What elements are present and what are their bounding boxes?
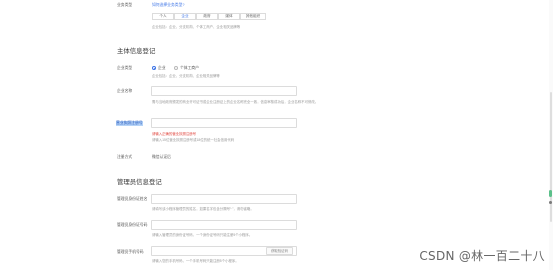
enterprise-name-help-line-1: 需与当地政府颁发的商业许可证书或企业注册证上的企业名称完全一致，信息审核成功后，…	[152, 100, 319, 104]
admin-name-input[interactable]	[151, 194, 297, 204]
verify-method-value: 微信认证后	[152, 155, 171, 159]
admin-name-help: 请填写该小程序管理员的姓名，如果名字包含分隔号“·”，请勿省略。	[152, 207, 254, 211]
business-type-option-enterprise[interactable]: 企业	[174, 13, 196, 20]
subject-section-title: 主体信息登记	[117, 48, 156, 55]
enterprise-type-option-individual[interactable]: 个体工商户	[180, 66, 199, 71]
side-status-indicator[interactable]	[549, 190, 552, 197]
enterprise-type-option-enterprise[interactable]: 企业	[158, 66, 166, 71]
registration-form-page: 业务类型 如何选择业务类型? 个人 企业 政府 媒体 其他组织 企业包括：企业、…	[0, 0, 553, 270]
enterprise-name-label: 企业名称	[117, 89, 133, 93]
admin-phone-help: 请输入您的手机号码，一个手机号码只能注册5个小程序。	[152, 259, 239, 263]
business-license-input[interactable]	[151, 118, 297, 128]
enterprise-type-label: 企业类型	[117, 66, 133, 70]
enterprise-type-help: 企业包括：企业、分支机构、企业相关品牌等	[152, 74, 220, 78]
admin-section-title: 管理员信息登记	[117, 179, 162, 186]
verify-method-label: 注册方式	[117, 155, 133, 159]
enterprise-name-input[interactable]	[151, 86, 297, 96]
business-type-option-other[interactable]: 其他组织	[240, 13, 266, 20]
business-license-label: 营业执照注册号	[116, 121, 143, 126]
enterprise-type-radio-enterprise[interactable]	[152, 66, 156, 70]
admin-name-label: 管理员身份证姓名	[117, 197, 148, 201]
business-type-option-personal[interactable]: 个人	[152, 13, 174, 20]
admin-id-label: 管理员身份证号码	[117, 223, 148, 227]
csdn-watermark: CSDN @林一百二十八	[419, 249, 545, 263]
get-verification-code-button[interactable]: 获取验证码	[266, 247, 293, 255]
business-license-error: 请输入正确的营业执照注册号	[152, 132, 197, 136]
admin-phone-label: 管理员手机号码	[117, 250, 144, 254]
business-type-help: 企业包括：企业、分支机构、个体工商户、企业相关品牌等	[152, 25, 241, 29]
admin-id-input[interactable]	[151, 220, 297, 230]
business-type-help-link[interactable]: 如何选择业务类型?	[152, 3, 185, 8]
business-license-help: 请输入15位营业执照注册号或18位的统一社会信用代码	[152, 138, 235, 142]
enterprise-type-radio-individual[interactable]	[174, 66, 178, 70]
admin-id-help: 请输入管理员的身份证号码，一个身份证号码只能注册5个小程序。	[152, 233, 253, 237]
business-type-option-government[interactable]: 政府	[196, 13, 218, 20]
side-dot-icon	[549, 201, 552, 204]
business-type-label: 业务类型	[117, 3, 133, 7]
business-type-option-media[interactable]: 媒体	[218, 13, 240, 20]
